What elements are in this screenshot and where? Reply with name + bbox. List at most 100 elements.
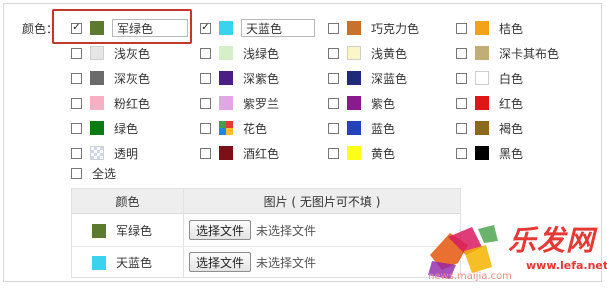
color-checkbox[interactable] [200,47,211,59]
row-color-name: 天蓝色 [116,256,153,270]
color-option[interactable]: 绿色 [71,119,138,137]
color-name: 深蓝色 [371,71,408,86]
color-name: 酒红色 [243,146,280,161]
color-name: 巧克力色 [371,21,420,36]
color-name: 紫罗兰 [243,96,280,111]
color-checkbox[interactable] [200,147,211,159]
choose-file-button[interactable]: 选择文件 [189,220,252,240]
watermark-url: www.lefa.net [526,259,607,272]
color-name: 绿色 [114,121,139,136]
color-swatch [219,121,233,135]
color-checkbox[interactable] [328,147,339,159]
color-checkbox[interactable] [456,47,467,59]
color-option[interactable]: 浅灰色 [71,44,150,62]
color-swatch [475,96,489,110]
color-checkbox[interactable] [456,22,467,34]
color-swatch [347,146,361,160]
color-swatch [90,46,104,60]
color-option[interactable]: 粉红色 [71,94,150,112]
color-image-table: 颜色 图片 ( 无图片可不填 ) 军绿色 选择文件 未选择文件 天蓝色 选择文件… [71,188,461,278]
color-swatch [90,21,104,35]
color-checkbox[interactable] [71,47,82,59]
choose-file-button[interactable]: 选择文件 [189,252,252,272]
color-name: 粉红色 [114,96,151,111]
color-name: 浅绿色 [243,46,280,61]
file-status: 未选择文件 [256,223,317,238]
color-swatch [347,121,361,135]
color-checkbox[interactable] [200,72,211,84]
table-header-color: 颜色 [72,189,183,214]
color-checkbox[interactable] [456,97,467,109]
color-option[interactable]: 花色 [200,119,267,137]
color-swatch [475,21,489,35]
color-swatch [475,146,489,160]
color-name: 黄色 [371,146,396,161]
color-name: 蓝色 [371,121,396,136]
color-option[interactable]: 紫色 [328,94,395,112]
color-swatch [90,96,104,110]
color-option[interactable]: 褐色 [456,119,523,137]
color-checkbox[interactable] [71,72,82,84]
color-option[interactable]: 黑色 [456,144,523,162]
color-name: 透明 [114,146,139,161]
color-name: 浅灰色 [114,46,151,61]
color-checkbox[interactable] [456,72,467,84]
color-name: 桔色 [499,21,524,36]
file-status: 未选择文件 [256,255,317,270]
color-swatch [347,96,361,110]
color-name: 紫色 [371,96,396,111]
color-name: 花色 [243,121,268,136]
color-option[interactable]: ✓ 天蓝色 [200,19,315,37]
color-swatch [347,21,361,35]
color-checkbox[interactable] [456,122,467,134]
row-color-swatch [92,223,106,238]
color-checkbox[interactable]: ✓ [71,22,82,34]
color-option[interactable]: 紫罗兰 [200,94,279,112]
color-option[interactable]: 深卡其布色 [456,44,559,62]
color-option[interactable]: ✓ 军绿色 [71,19,188,37]
color-swatch [219,71,233,85]
color-name-input[interactable]: 天蓝色 [241,19,315,37]
color-name: 褐色 [499,121,524,136]
color-option[interactable]: 桔色 [456,19,523,37]
row-color-name: 军绿色 [116,224,153,238]
select-all[interactable]: 全选 [71,164,116,182]
select-all-label: 全选 [92,166,117,181]
color-option[interactable]: 深灰色 [71,69,150,87]
color-checkbox[interactable] [328,47,339,59]
color-option[interactable]: 浅黄色 [328,44,407,62]
color-option[interactable]: 深蓝色 [328,69,407,87]
color-checkbox[interactable] [71,147,82,159]
color-checkbox[interactable]: ✓ [200,22,211,34]
watermark-logo: 乐发网 www.lefa.net news.maijia.com [420,215,607,285]
color-option[interactable]: 红色 [456,94,523,112]
color-checkbox[interactable] [328,72,339,84]
color-swatch [90,121,104,135]
color-option[interactable]: 酒红色 [200,144,279,162]
color-checkbox[interactable] [71,97,82,109]
color-checkbox[interactable] [200,97,211,109]
color-option[interactable]: 深紫色 [200,69,279,87]
color-option[interactable]: 蓝色 [328,119,395,137]
table-header-image: 图片 ( 无图片可不填 ) [184,189,460,214]
color-option[interactable]: 巧克力色 [328,19,419,37]
color-option[interactable]: 黄色 [328,144,395,162]
color-swatch [347,71,361,85]
color-checkbox[interactable] [328,122,339,134]
select-all-checkbox[interactable] [71,167,82,179]
color-option[interactable]: 白色 [456,69,523,87]
color-option[interactable]: 透明 [71,144,138,162]
color-checkbox[interactable] [456,147,467,159]
color-checkbox[interactable] [328,97,339,109]
color-checkbox[interactable] [200,122,211,134]
color-swatch [219,146,233,160]
color-checkbox[interactable] [328,22,339,34]
color-option[interactable]: 浅绿色 [200,44,279,62]
color-name-input[interactable]: 军绿色 [112,19,188,37]
color-checkbox[interactable] [71,122,82,134]
color-name: 红色 [499,96,524,111]
color-swatch [475,46,489,60]
color-swatch [219,96,233,110]
color-swatch [90,71,104,85]
color-name: 深灰色 [114,71,151,86]
